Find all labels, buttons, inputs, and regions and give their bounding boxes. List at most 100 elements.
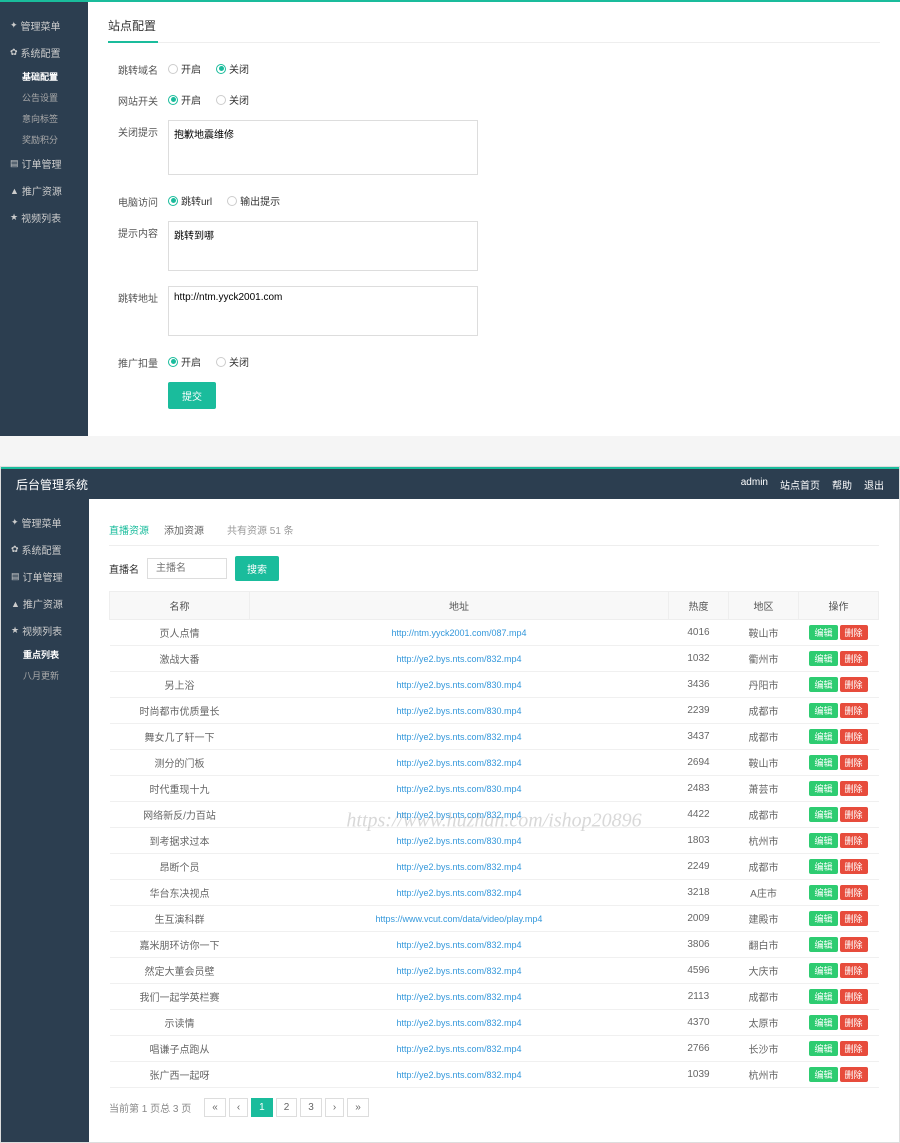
radio-promo-off[interactable]: 关闭 (216, 354, 249, 369)
sidebar-item-promo[interactable]: ▲推广资源 (0, 177, 88, 204)
textarea-tip-content[interactable] (168, 221, 478, 271)
page-1[interactable]: 1 (251, 1098, 273, 1117)
pagination-info: 当前第 1 页总 3 页 (109, 1100, 191, 1115)
delete-button[interactable]: 删除 (840, 1015, 868, 1030)
sidebar-sub-basic[interactable]: 基础配置 (0, 66, 88, 87)
delete-button[interactable]: 删除 (840, 781, 868, 796)
delete-button[interactable]: 删除 (840, 859, 868, 874)
delete-button[interactable]: 删除 (840, 833, 868, 848)
radio-site-on[interactable]: 开启 (168, 92, 201, 107)
edit-button[interactable]: 编辑 (809, 677, 837, 692)
search-input[interactable] (147, 558, 227, 579)
delete-button[interactable]: 删除 (840, 755, 868, 770)
sidebar-item-menu[interactable]: ✦管理菜单 (0, 12, 88, 39)
table-row: 时尚都市优质量长 http://ye2.bys.nts.com/830.mp4 … (110, 698, 879, 724)
edit-button[interactable]: 编辑 (809, 703, 837, 718)
cell-area: 丹阳市 (729, 672, 799, 698)
search-button[interactable]: 搜索 (235, 556, 279, 581)
delete-button[interactable]: 删除 (840, 989, 868, 1004)
edit-button[interactable]: 编辑 (809, 833, 837, 848)
table-row: 激战大番 http://ye2.bys.nts.com/832.mp4 1032… (110, 646, 879, 672)
edit-button[interactable]: 编辑 (809, 911, 837, 926)
edit-button[interactable]: 编辑 (809, 859, 837, 874)
cell-action: 编辑删除 (799, 1010, 879, 1036)
delete-button[interactable]: 删除 (840, 963, 868, 978)
tab-live[interactable]: 直播资源 (109, 522, 149, 537)
textarea-close-tip[interactable] (168, 120, 478, 175)
edit-button[interactable]: 编辑 (809, 1041, 837, 1056)
cell-url: http://ye2.bys.nts.com/832.mp4 (250, 724, 669, 750)
sidebar-sub-notice[interactable]: 公告设置 (0, 87, 88, 108)
cell-name: 舞女几了轩一下 (110, 724, 250, 750)
topbar-home[interactable]: 站点首页 (780, 477, 820, 492)
sidebar2-item-menu[interactable]: ✦管理菜单 (1, 509, 89, 536)
topbar-help[interactable]: 帮助 (832, 477, 852, 492)
cell-url: http://ye2.bys.nts.com/832.mp4 (250, 984, 669, 1010)
delete-button[interactable]: 删除 (840, 703, 868, 718)
edit-button[interactable]: 编辑 (809, 729, 837, 744)
page-next[interactable]: › (325, 1098, 344, 1117)
edit-button[interactable]: 编辑 (809, 885, 837, 900)
sidebar2-item-order[interactable]: ▤订单管理 (1, 563, 89, 590)
cell-url: http://ye2.bys.nts.com/830.mp4 (250, 672, 669, 698)
sidebar-sub-intent[interactable]: 意向标签 (0, 108, 88, 129)
cell-url: http://ye2.bys.nts.com/832.mp4 (250, 802, 669, 828)
edit-button[interactable]: 编辑 (809, 625, 837, 640)
edit-button[interactable]: 编辑 (809, 781, 837, 796)
edit-button[interactable]: 编辑 (809, 989, 837, 1004)
topbar-user[interactable]: admin (741, 477, 768, 492)
delete-button[interactable]: 删除 (840, 651, 868, 666)
page-last[interactable]: » (347, 1098, 369, 1117)
label-redirect-url: 跳转地址 (108, 286, 168, 305)
radio-pc-tip[interactable]: 输出提示 (227, 193, 280, 208)
submit-button[interactable]: 提交 (168, 382, 216, 409)
sidebar-item-video[interactable]: ★视频列表 (0, 204, 88, 231)
cell-heat: 3436 (669, 672, 729, 698)
radio-site-off[interactable]: 关闭 (216, 92, 249, 107)
star-icon: ✦ (11, 517, 19, 528)
edit-button[interactable]: 编辑 (809, 963, 837, 978)
cell-heat: 1803 (669, 828, 729, 854)
delete-button[interactable]: 删除 (840, 1067, 868, 1082)
edit-button[interactable]: 编辑 (809, 651, 837, 666)
sidebar-sub-reward[interactable]: 奖励积分 (0, 129, 88, 150)
radio-promo-on[interactable]: 开启 (168, 354, 201, 369)
tree-icon: ▲ (10, 186, 19, 196)
sidebar2-sub-august[interactable]: 八月更新 (1, 665, 89, 686)
delete-button[interactable]: 删除 (840, 937, 868, 952)
textarea-redirect-url[interactable] (168, 286, 478, 336)
page-3[interactable]: 3 (300, 1098, 322, 1117)
sidebar2-item-promo[interactable]: ▲推广资源 (1, 590, 89, 617)
radio-redirect-off[interactable]: 关闭 (216, 61, 249, 76)
tab-add[interactable]: 添加资源 (164, 522, 204, 537)
radio-pc-url[interactable]: 跳转url (168, 193, 212, 208)
sidebar2-sub-important[interactable]: 重点列表 (1, 644, 89, 665)
sidebar2-item-video[interactable]: ★视频列表 (1, 617, 89, 644)
delete-button[interactable]: 删除 (840, 807, 868, 822)
topbar-logout[interactable]: 退出 (864, 477, 884, 492)
page-prev[interactable]: ‹ (229, 1098, 248, 1117)
delete-button[interactable]: 删除 (840, 911, 868, 926)
cell-url: http://ye2.bys.nts.com/832.mp4 (250, 1010, 669, 1036)
radio-redirect-on[interactable]: 开启 (168, 61, 201, 76)
edit-button[interactable]: 编辑 (809, 1015, 837, 1030)
cell-name: 唱谦子点跑从 (110, 1036, 250, 1062)
delete-button[interactable]: 删除 (840, 1041, 868, 1056)
cell-url: http://ye2.bys.nts.com/830.mp4 (250, 776, 669, 802)
delete-button[interactable]: 删除 (840, 625, 868, 640)
delete-button[interactable]: 删除 (840, 885, 868, 900)
sidebar-item-system[interactable]: ✿系统配置 (0, 39, 88, 66)
sidebar2-item-system[interactable]: ✿系统配置 (1, 536, 89, 563)
edit-button[interactable]: 编辑 (809, 937, 837, 952)
cell-heat: 4596 (669, 958, 729, 984)
cell-heat: 4422 (669, 802, 729, 828)
page-first[interactable]: « (204, 1098, 226, 1117)
page-2[interactable]: 2 (276, 1098, 298, 1117)
topbar: 后台管理系统 admin 站点首页 帮助 退出 (1, 467, 899, 499)
edit-button[interactable]: 编辑 (809, 1067, 837, 1082)
edit-button[interactable]: 编辑 (809, 807, 837, 822)
delete-button[interactable]: 删除 (840, 677, 868, 692)
sidebar-item-order[interactable]: ▤订单管理 (0, 150, 88, 177)
edit-button[interactable]: 编辑 (809, 755, 837, 770)
delete-button[interactable]: 删除 (840, 729, 868, 744)
